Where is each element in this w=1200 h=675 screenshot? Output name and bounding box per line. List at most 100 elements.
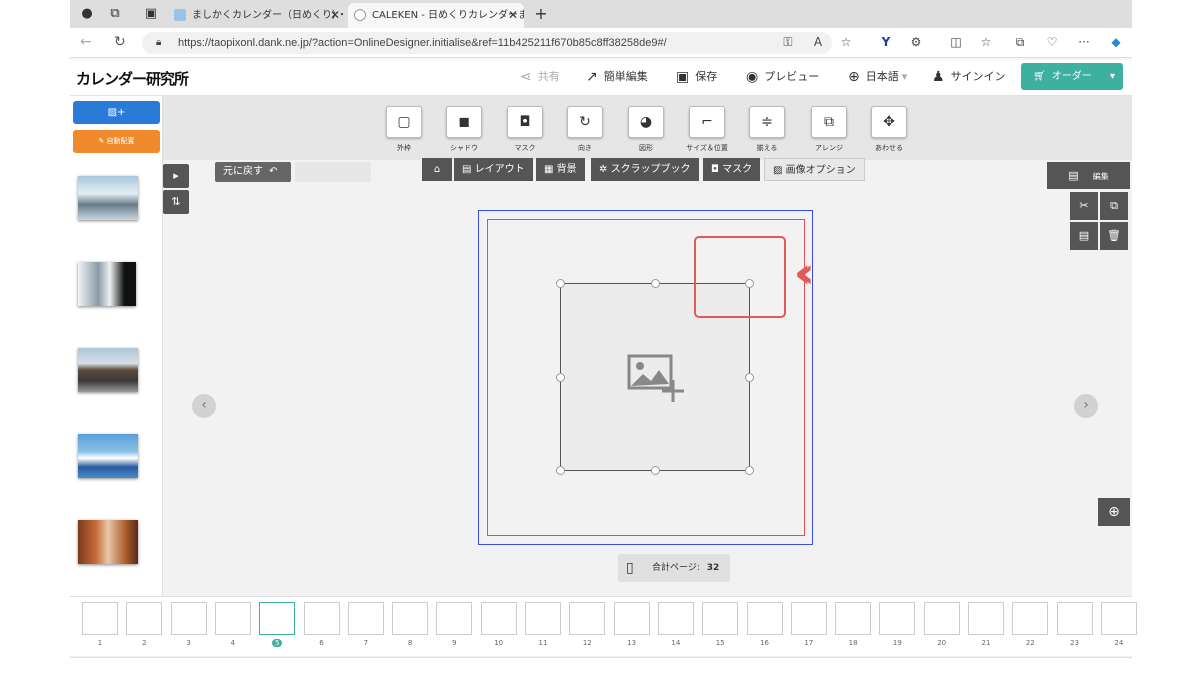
photo-thumbnail[interactable] bbox=[78, 262, 136, 306]
photo-thumbnail[interactable] bbox=[78, 348, 138, 392]
sort-button[interactable]: ⇅ bbox=[163, 190, 189, 214]
tool-label: サイズ＆位置 bbox=[686, 144, 728, 152]
undo-button[interactable]: 元に戻す ↶ bbox=[215, 162, 291, 182]
copy-button[interactable]: ⧉ bbox=[1100, 192, 1128, 220]
resize-handle[interactable] bbox=[556, 279, 565, 288]
collections-icon[interactable]: ⧉ bbox=[1012, 35, 1028, 50]
tab-scrapbook[interactable]: ✲ スクラップブック bbox=[591, 158, 699, 181]
health-icon[interactable]: ♡ bbox=[1044, 35, 1060, 49]
tool-mask[interactable]: ◘ マスク bbox=[507, 106, 543, 153]
tab-mask[interactable]: ◘ マスク bbox=[703, 158, 761, 181]
url-bar[interactable]: 🔒︎ https://taopixonl.dank.ne.jp/?action=… bbox=[142, 32, 832, 54]
page-thumbnail[interactable] bbox=[923, 602, 960, 635]
more-icon[interactable]: ··· bbox=[1076, 35, 1092, 49]
page-thumbnail[interactable] bbox=[525, 602, 561, 635]
page-thumbnail[interactable] bbox=[214, 602, 251, 635]
auto-layout-button[interactable]: ✎ 自動配置 bbox=[73, 130, 160, 153]
star-icon[interactable]: ☆ bbox=[838, 35, 854, 49]
page-thumbnail[interactable] bbox=[170, 602, 207, 635]
resize-handle[interactable] bbox=[745, 466, 754, 475]
paste-button[interactable]: ▤ bbox=[1070, 222, 1098, 250]
tool-align[interactable]: ≑ 揃える bbox=[749, 106, 785, 153]
resize-handle[interactable] bbox=[556, 466, 565, 475]
order-button[interactable]: 🛒︎ オーダー ▾ bbox=[1021, 63, 1123, 90]
split-icon[interactable]: ◫ bbox=[948, 35, 964, 49]
add-photo-button[interactable]: ▨+ bbox=[73, 101, 160, 124]
page-thumbnail[interactable] bbox=[790, 602, 827, 635]
tab-background[interactable]: ▦ 背景 bbox=[536, 158, 585, 181]
tool-arrange[interactable]: ⧉ アレンジ bbox=[811, 106, 847, 153]
favorites-icon[interactable]: ☆ bbox=[978, 35, 994, 49]
page-thumbnail[interactable] bbox=[392, 602, 429, 635]
tool-shape[interactable]: ◕ 図形 bbox=[628, 106, 664, 153]
language-select[interactable]: ⊕ 日本語 ▾ bbox=[848, 68, 907, 85]
page-thumbnail[interactable] bbox=[1012, 602, 1049, 635]
photo-thumbnail[interactable] bbox=[78, 434, 138, 478]
edit-header[interactable]: ▤ 編集 bbox=[1047, 162, 1130, 189]
close-tab-icon[interactable]: ✕ bbox=[508, 3, 518, 28]
page-thumbnail[interactable] bbox=[879, 602, 916, 635]
simple-edit-button[interactable]: ↗ 簡単編集 bbox=[586, 68, 648, 85]
page-thumbnail[interactable] bbox=[82, 602, 118, 635]
tab-layout[interactable]: ▤ レイアウト bbox=[454, 158, 533, 181]
extension-y-icon[interactable]: Y bbox=[878, 35, 894, 49]
preview-button[interactable]: ◉ プレビュー bbox=[746, 68, 819, 85]
save-button[interactable]: ▣ 保存 bbox=[676, 68, 717, 85]
key-icon[interactable]: ⚿ bbox=[780, 35, 796, 50]
delete-button[interactable]: 🗑︎ bbox=[1100, 222, 1128, 250]
new-tab-icon[interactable]: + bbox=[532, 5, 550, 23]
resize-handle[interactable] bbox=[556, 373, 565, 382]
tab-caleken[interactable]: CALEKEN - 日めくりカレンダーま ✕ bbox=[348, 3, 524, 28]
photo-thumbnail[interactable] bbox=[78, 520, 138, 564]
page-thumbnail[interactable] bbox=[746, 602, 783, 635]
tab-image-options[interactable]: ▨ 画像オプション bbox=[764, 158, 865, 181]
tool-fit[interactable]: ✥ あわせる bbox=[871, 106, 907, 153]
close-tab-icon[interactable]: ✕ bbox=[330, 3, 340, 28]
read-aloud-icon[interactable]: A bbox=[810, 35, 826, 49]
photo-thumbnail[interactable] bbox=[78, 176, 138, 220]
back-icon[interactable]: ← bbox=[80, 34, 92, 50]
page-count-label: 合計ページ: bbox=[652, 563, 700, 573]
page-thumbnail[interactable] bbox=[303, 602, 340, 635]
extension-icon[interactable]: ⚙ bbox=[908, 35, 924, 49]
tool-shadow[interactable]: ◼ シャドウ bbox=[446, 106, 482, 153]
profile-icon[interactable]: ● bbox=[78, 5, 96, 23]
page-thumbnail[interactable] bbox=[1100, 602, 1137, 635]
page-thumbnail[interactable] bbox=[657, 602, 694, 635]
reload-icon[interactable]: ↻ bbox=[114, 34, 126, 50]
zoom-button[interactable]: ⊕ bbox=[1098, 498, 1130, 526]
workspaces-icon[interactable]: ⧉ bbox=[106, 5, 124, 23]
home-tab[interactable]: ⌂ bbox=[422, 158, 452, 181]
resize-handle[interactable] bbox=[651, 466, 660, 475]
page-thumbnail[interactable] bbox=[702, 602, 739, 635]
tab-mashikaku[interactable]: ましかくカレンダー（日めくり）・ ✕ bbox=[168, 3, 346, 28]
page-thumbnail[interactable] bbox=[835, 602, 872, 635]
resize-handle[interactable] bbox=[745, 373, 754, 382]
signin-button[interactable]: ♟ サインイン bbox=[932, 68, 1006, 85]
tool-border[interactable]: ▢ 外枠 bbox=[386, 106, 422, 153]
resize-handle[interactable] bbox=[651, 279, 660, 288]
tool-rotate[interactable]: ↻ 向き bbox=[567, 106, 603, 153]
cut-button[interactable]: ✂ bbox=[1070, 192, 1098, 220]
next-page-button[interactable]: › bbox=[1074, 394, 1098, 418]
copilot-icon[interactable]: ◆ bbox=[1108, 35, 1124, 49]
mask-icon: ◘ bbox=[711, 164, 723, 175]
redo-button[interactable] bbox=[295, 162, 371, 182]
page-thumbnail[interactable] bbox=[126, 602, 163, 635]
tool-size-position[interactable]: ⌐ サイズ＆位置 bbox=[686, 106, 728, 153]
share-button[interactable]: ⋖ 共有 bbox=[520, 68, 560, 85]
prev-page-button[interactable]: ‹ bbox=[192, 394, 216, 418]
edit-icon: ▤ bbox=[1068, 169, 1079, 182]
page-thumbnail[interactable] bbox=[968, 602, 1004, 635]
page-thumbnail[interactable] bbox=[613, 602, 650, 635]
page-thumbnail[interactable] bbox=[569, 602, 606, 635]
tab-actions-icon[interactable]: ▣ bbox=[142, 5, 160, 23]
chevron-down-icon: ▾ bbox=[1109, 71, 1115, 82]
page-thumbnail[interactable] bbox=[480, 602, 517, 635]
page-thumbnail[interactable] bbox=[259, 602, 296, 635]
expand-panel-button[interactable]: ▸ bbox=[163, 164, 189, 188]
photo-panel: ▨+ ✎ 自動配置 ▨50 bbox=[70, 96, 163, 632]
page-thumbnail[interactable] bbox=[347, 602, 384, 635]
page-thumbnail[interactable] bbox=[1056, 602, 1093, 635]
page-thumbnail[interactable] bbox=[436, 602, 473, 635]
